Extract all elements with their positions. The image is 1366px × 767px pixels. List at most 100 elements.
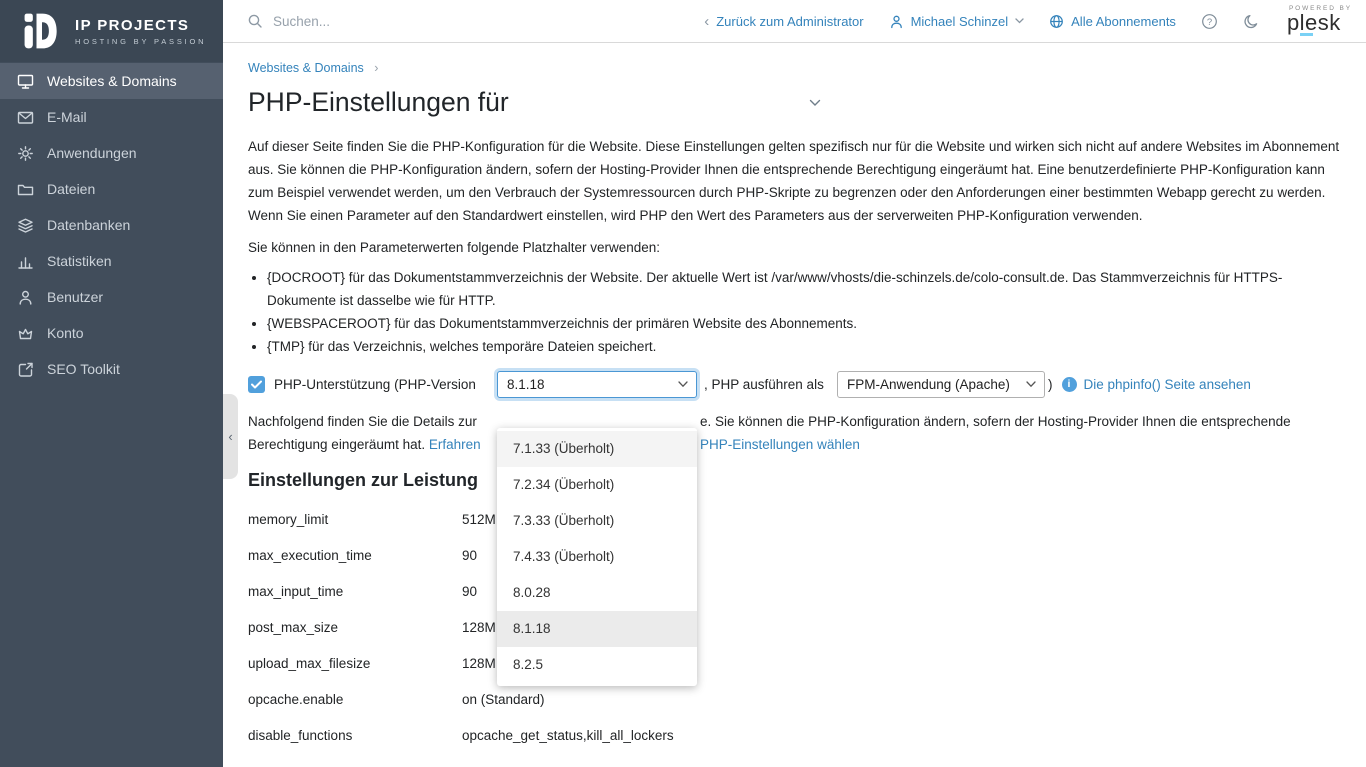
setting-value: 90	[462, 548, 477, 563]
domain-selector-chevron-icon[interactable]	[809, 99, 821, 107]
setting-name: max_execution_time	[248, 548, 462, 563]
sidebar-item-konto[interactable]: Konto	[0, 315, 223, 351]
php-support-label: PHP-Unterstützung	[274, 377, 390, 392]
sidebar-item-label: Dateien	[47, 181, 95, 197]
sidebar-item-dateien[interactable]: Dateien	[0, 171, 223, 207]
phpinfo-link[interactable]: Die phpinfo() Seite ansehen	[1084, 377, 1251, 392]
sidebar-item-label: SEO Toolkit	[47, 361, 120, 377]
check-icon	[251, 380, 262, 389]
logo-title: IP PROJECTS	[75, 17, 206, 34]
ip-projects-logo-icon	[20, 9, 64, 53]
chevron-left-icon: ‹	[228, 429, 232, 444]
php-version-select[interactable]: 8.1.18	[497, 371, 697, 398]
sidebar-item-label: Konto	[47, 325, 84, 341]
sidebar-item-benutzer[interactable]: Benutzer	[0, 279, 223, 315]
dropdown-option[interactable]: 8.0.28	[497, 575, 697, 611]
sidebar-item-statistiken[interactable]: Statistiken	[0, 243, 223, 279]
setting-value: 128M	[462, 656, 496, 671]
sidebar: IP PROJECTS HOSTING BY PASSION Websites …	[0, 0, 223, 767]
help-icon[interactable]: ?	[1201, 13, 1218, 30]
user-menu[interactable]: Michael Schinzel	[889, 14, 1025, 29]
php-version-label: (PHP-Version	[394, 377, 476, 392]
sidebar-item-label: Datenbanken	[47, 217, 130, 233]
setting-name: disable_functions	[248, 728, 462, 743]
setting-value: 128M	[462, 620, 496, 635]
breadcrumb-websites-domains-link[interactable]: Websites & Domains	[248, 61, 364, 75]
plesk-logo[interactable]: POWERED BY plesk	[1287, 5, 1352, 37]
mail-icon	[17, 109, 34, 126]
sidebar-item-seo-toolkit[interactable]: SEO Toolkit	[0, 351, 223, 387]
search-icon	[247, 13, 263, 29]
sidebar-item-label: Statistiken	[47, 253, 112, 269]
dropdown-option[interactable]: 8.2.5	[497, 647, 697, 683]
chevron-down-icon	[678, 381, 688, 388]
details-text: Nachfolgend finden Sie die Details zur e…	[248, 410, 1340, 456]
main-content: Websites & Domains › PHP-Einstellungen f…	[223, 43, 1366, 767]
table-row: post_max_size 128M	[248, 609, 1340, 645]
breadcrumb: Websites & Domains ›	[248, 61, 1340, 75]
user-icon	[17, 289, 34, 306]
table-row: upload_max_filesize 128M	[248, 645, 1340, 681]
folder-icon	[17, 181, 34, 198]
php-handler-select[interactable]: FPM-Anwendung (Apache)	[837, 371, 1045, 398]
sidebar-item-websites-domains[interactable]: Websites & Domains	[0, 63, 223, 99]
dropdown-option[interactable]: 7.1.33 (Überholt)	[497, 431, 697, 467]
placeholders-intro-text: Sie können in den Parameterwerten folgen…	[248, 236, 1340, 259]
setting-name: max_input_time	[248, 584, 462, 599]
placeholder-tmp: {TMP} für das Verzeichnis, welches tempo…	[267, 335, 1340, 358]
choose-php-settings-link[interactable]: PHP-Einstellungen wählen	[700, 433, 860, 456]
placeholders-list: {DOCROOT} für das Dokumentstammverzeichn…	[248, 266, 1340, 358]
chevron-down-icon	[1015, 18, 1024, 24]
placeholder-docroot: {DOCROOT} für das Dokumentstammverzeichn…	[267, 266, 1340, 312]
table-row: max_execution_time 90	[248, 537, 1340, 573]
php-run-as-label: , PHP ausführen als	[697, 377, 837, 392]
php-support-checkbox[interactable]	[248, 376, 265, 393]
sidebar-item-anwendungen[interactable]: Anwendungen	[0, 135, 223, 171]
setting-name: opcache.enable	[248, 692, 462, 707]
info-icon: i	[1062, 377, 1077, 392]
topbar-right: ‹ Zurück zum Administrator Michael Schin…	[704, 5, 1352, 37]
sidebar-item-datenbanken[interactable]: Datenbanken	[0, 207, 223, 243]
closing-paren: )	[1048, 377, 1053, 392]
dropdown-option[interactable]: 8.1.18	[497, 611, 697, 647]
topbar: ‹ Zurück zum Administrator Michael Schin…	[223, 0, 1366, 43]
page-title: PHP-Einstellungen für	[248, 87, 1340, 118]
sidebar-item-label: E-Mail	[47, 109, 87, 125]
breadcrumb-separator-icon: ›	[374, 61, 378, 75]
setting-value: on (Standard)	[462, 692, 545, 707]
table-row: opcache.enable on (Standard)	[248, 681, 1340, 717]
intro-text: Auf dieser Seite finden Sie die PHP-Konf…	[248, 135, 1340, 227]
setting-value: opcache_get_status,kill_all_lockers	[462, 728, 674, 743]
all-subscriptions-link[interactable]: Alle Abonnements	[1049, 14, 1176, 29]
stats-icon	[17, 253, 34, 270]
table-row: disable_functions opcache_get_status,kil…	[248, 717, 1340, 753]
table-row: memory_limit 512M	[248, 501, 1340, 537]
globe-icon	[1049, 14, 1064, 29]
sidebar-item-email[interactable]: E-Mail	[0, 99, 223, 135]
setting-name: post_max_size	[248, 620, 462, 635]
ip-projects-logo[interactable]: IP PROJECTS HOSTING BY PASSION	[0, 0, 223, 62]
php-version-dropdown: 7.1.33 (Überholt) 7.2.34 (Überholt) 7.3.…	[497, 428, 697, 686]
search-input[interactable]	[273, 14, 593, 29]
database-icon	[17, 217, 34, 234]
setting-name: upload_max_filesize	[248, 656, 462, 671]
seo-chart-icon	[17, 361, 34, 378]
dropdown-option[interactable]: 7.4.33 (Überholt)	[497, 539, 697, 575]
dropdown-option[interactable]: 7.2.34 (Überholt)	[497, 467, 697, 503]
setting-value: 512M	[462, 512, 496, 527]
sidebar-collapse-handle[interactable]: ‹	[223, 394, 238, 479]
performance-settings-title: Einstellungen zur Leistung	[248, 470, 1340, 491]
dark-mode-moon-icon[interactable]	[1243, 13, 1260, 30]
logo-subtitle: HOSTING BY PASSION	[75, 37, 206, 46]
sidebar-nav: Websites & Domains E-Mail Anwendungen D	[0, 62, 223, 387]
sidebar-item-label: Anwendungen	[47, 145, 137, 161]
setting-value: 90	[462, 584, 477, 599]
back-to-administrator-link[interactable]: ‹ Zurück zum Administrator	[704, 14, 863, 29]
person-icon	[889, 14, 904, 29]
dropdown-option[interactable]: 7.3.33 (Überholt)	[497, 503, 697, 539]
monitor-icon	[17, 73, 34, 90]
gear-icon	[17, 145, 34, 162]
learn-more-link[interactable]: Erfahren	[429, 437, 481, 452]
chevron-left-icon: ‹	[704, 14, 709, 29]
chevron-down-icon	[1026, 381, 1036, 388]
